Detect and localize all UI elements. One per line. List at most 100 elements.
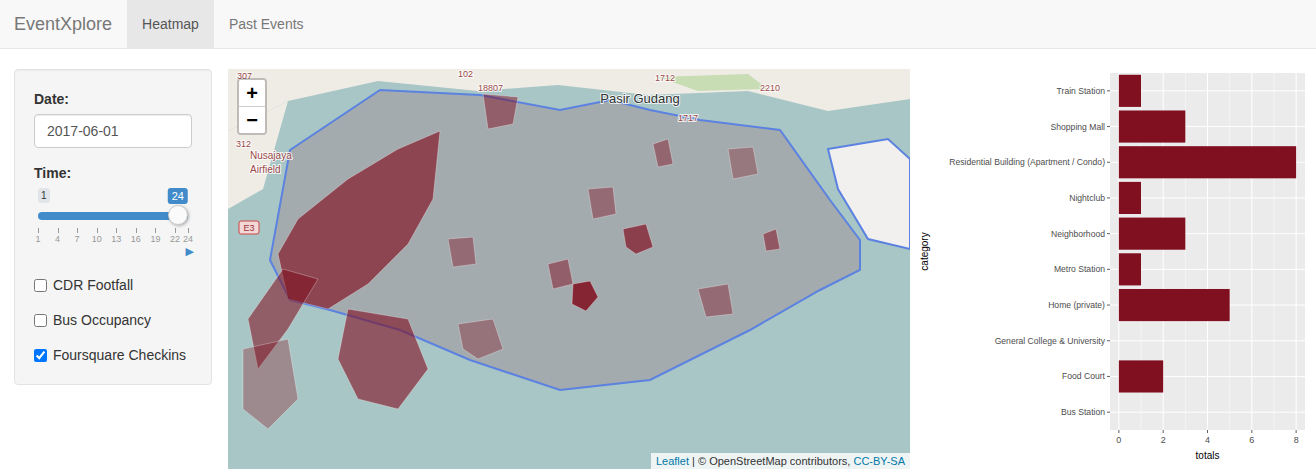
y-tick [1107, 376, 1110, 377]
slider-handle[interactable] [168, 205, 188, 225]
heatmap-region[interactable] [728, 147, 758, 179]
bar[interactable] [1119, 360, 1163, 392]
date-input[interactable]: 2017-06-01 [34, 114, 192, 148]
date-label: Date: [34, 89, 192, 109]
time-slider[interactable]: 1 24 1 4 7 10 13 16 19 22 24 ▶ [38, 188, 188, 260]
bar[interactable] [1119, 182, 1141, 214]
slider-min-label: 1 [38, 188, 50, 203]
bar[interactable] [1119, 218, 1185, 250]
x-tick [1296, 430, 1297, 433]
content: Date: 2017-06-01 Time: 1 24 1 4 7 10 13 … [0, 49, 1316, 469]
layer-checkbox-label: Foursquare Checkins [53, 345, 186, 365]
slider-tick-label: 10 [92, 234, 102, 244]
map-label: Nusajaya [250, 150, 292, 161]
map-label: Pasir Gudang [600, 91, 680, 106]
heatmap-region[interactable] [338, 309, 428, 409]
layer-checkbox[interactable] [34, 279, 47, 292]
layer-checkbox-row[interactable]: CDR Footfall [34, 275, 192, 295]
category-label: Nightclub [1069, 193, 1105, 203]
category-gridline [1110, 340, 1305, 341]
heatmap-region[interactable] [588, 187, 616, 219]
slider-tick-label: 24 [183, 234, 193, 244]
y-tick [1107, 197, 1110, 198]
sidebar-panel: Date: 2017-06-01 Time: 1 24 1 4 7 10 13 … [14, 69, 212, 385]
nav-tab[interactable]: Past Events [214, 0, 319, 48]
category-label: Shopping Mall [1051, 122, 1106, 132]
heatmap-region[interactable] [483, 94, 518, 129]
heatmap-region[interactable] [448, 237, 476, 267]
map[interactable]: 3071021880717122210Pasir Gudang1717312Nu… [228, 69, 910, 469]
x-tick [1207, 430, 1208, 433]
attribution-text: © OpenStreetMap contributors, [698, 455, 850, 467]
heatmap-region[interactable] [243, 339, 298, 429]
slider-tick-label: 19 [150, 234, 160, 244]
zoom-in-button[interactable]: + [239, 80, 265, 107]
heatmap-region[interactable] [623, 224, 653, 254]
category-label: Food Court [1062, 371, 1106, 381]
heatmap-region[interactable] [572, 281, 598, 311]
slider-tick-mark [136, 228, 137, 233]
leaflet-link[interactable]: Leaflet [656, 455, 689, 467]
slider-tick-mark [188, 228, 189, 233]
license-link[interactable]: CC-BY-SA [853, 455, 905, 467]
bar[interactable] [1119, 146, 1296, 178]
y-tick [1107, 412, 1110, 413]
x-tick-label: 4 [1205, 435, 1210, 445]
slider-tick-label: 16 [131, 234, 141, 244]
category-label: Neighborhood [1051, 229, 1105, 239]
heatmap-region[interactable] [548, 259, 573, 289]
bar[interactable] [1119, 253, 1141, 285]
bar[interactable] [1119, 110, 1185, 142]
map-attribution: Leaflet | © OpenStreetMap contributors, … [651, 453, 910, 469]
zoom-out-button[interactable]: − [239, 107, 265, 133]
slider-tick-mark [58, 228, 59, 233]
slider-tick-mark [155, 228, 156, 233]
map-label: 1712 [655, 73, 675, 83]
time-group: Time: 1 24 1 4 7 10 13 16 19 22 24 ▶ [34, 163, 192, 260]
layer-checkbox[interactable] [34, 349, 47, 362]
slider-tick-mark [175, 228, 176, 233]
y-tick [1107, 233, 1110, 234]
slider-track [38, 212, 188, 220]
heatmap-region[interactable] [653, 139, 673, 167]
x-tick [1118, 430, 1119, 433]
slider-tick-mark [97, 228, 98, 233]
bar[interactable] [1119, 289, 1230, 321]
category-label: Home (private) [1048, 300, 1105, 310]
slider-fill [38, 212, 188, 220]
play-button[interactable]: ▶ [186, 246, 194, 257]
map-canvas: 3071021880717122210Pasir Gudang1717312Nu… [228, 69, 910, 469]
category-label: Bus Station [1061, 407, 1105, 417]
brand[interactable]: EventXplore [0, 0, 127, 48]
category-label: Metro Station [1054, 264, 1105, 274]
attribution-separator: | [692, 455, 695, 467]
slider-tick-label: 1 [35, 234, 40, 244]
heatmap-region[interactable] [458, 319, 503, 359]
layer-checkbox-row[interactable]: Bus Occupancy [34, 310, 192, 330]
nav-tab[interactable]: Heatmap [127, 0, 214, 48]
y-tick [1107, 305, 1110, 306]
y-tick [1107, 269, 1110, 270]
layer-checkbox-row[interactable]: Foursquare Checkins [34, 345, 192, 365]
category-chart: Train StationShopping MallResidential Bu… [916, 69, 1316, 469]
heatmap-region[interactable] [698, 284, 733, 317]
x-tick-label: 6 [1249, 435, 1254, 445]
y-axis-title: category [919, 232, 930, 270]
navbar: EventXplore HeatmapPast Events [0, 0, 1316, 49]
time-label: Time: [34, 163, 192, 183]
y-tick [1107, 90, 1110, 91]
bar[interactable] [1119, 75, 1141, 107]
layer-checkbox[interactable] [34, 314, 47, 327]
x-tick [1163, 430, 1164, 433]
y-tick [1107, 126, 1110, 127]
zoom-control: + − [237, 78, 267, 135]
heatmap-region[interactable] [763, 229, 780, 251]
map-label: 2210 [760, 83, 780, 93]
map-label: 1717 [678, 113, 698, 123]
map-label: E3 [243, 223, 254, 233]
x-tick-label: 0 [1116, 435, 1121, 445]
bar[interactable] [1118, 396, 1119, 428]
bar[interactable] [1118, 325, 1119, 357]
category-label: General College & University [995, 336, 1106, 346]
slider-tick-mark [116, 228, 117, 233]
